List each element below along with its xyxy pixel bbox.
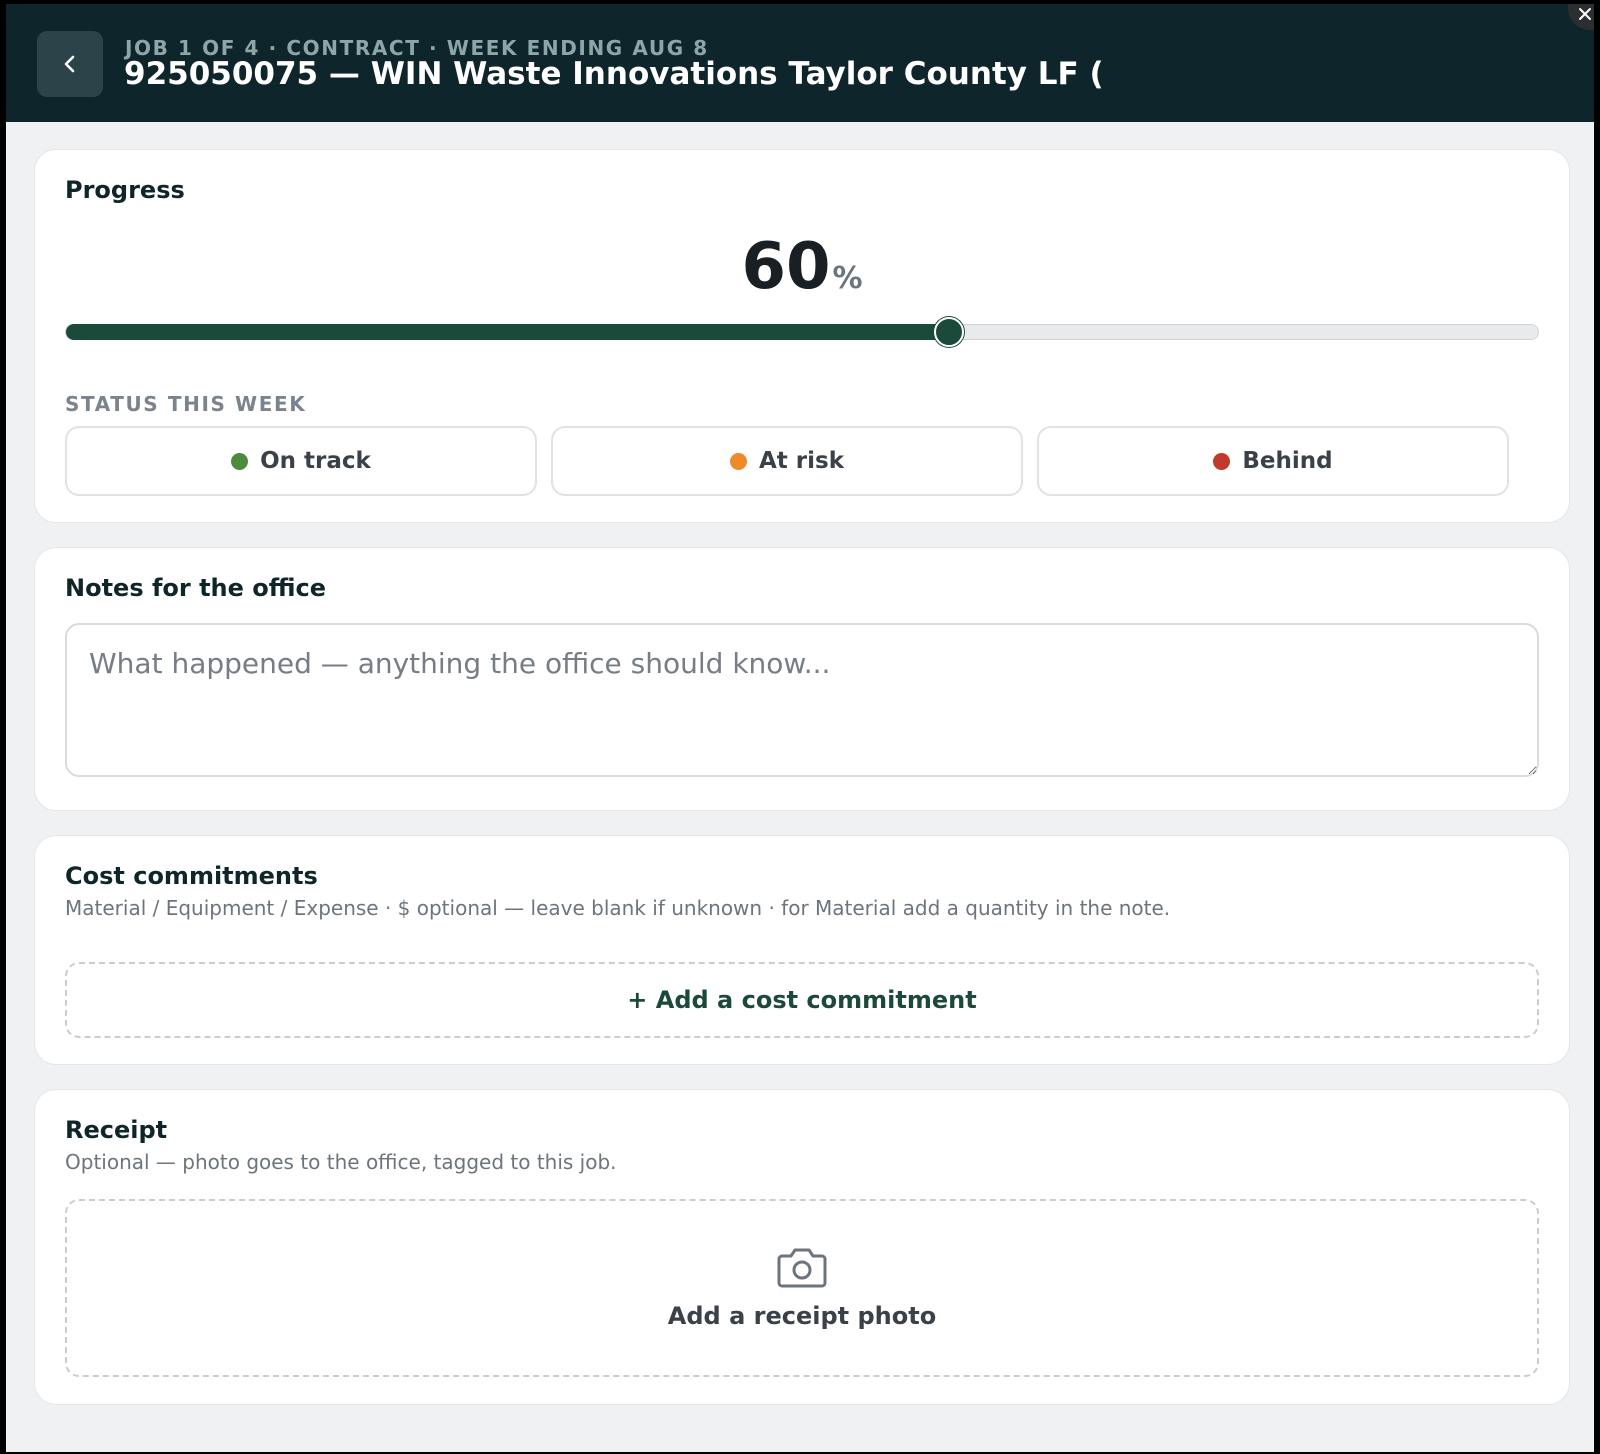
status-label-at-risk: At risk <box>758 448 844 474</box>
progress-value: 60 <box>741 230 831 304</box>
chevron-left-icon <box>64 55 75 73</box>
camera-icon <box>777 1248 827 1288</box>
status-label: STATUS THIS WEEK <box>65 392 307 416</box>
receipt-card: Receipt Optional — photo goes to the off… <box>34 1089 1570 1405</box>
add-cost-commitment-label: + Add a cost commitment <box>627 986 977 1014</box>
receipt-subtitle: Optional — photo goes to the office, tag… <box>65 1150 617 1174</box>
status-behind-button[interactable]: Behind <box>1037 426 1509 496</box>
cost-commitments-card: Cost commitments Material / Equipment / … <box>34 835 1570 1065</box>
status-dot-icon <box>231 452 249 470</box>
cost-title: Cost commitments <box>65 862 318 890</box>
back-button[interactable] <box>37 31 103 97</box>
job-update-modal: JOB 1 OF 4 · CONTRACT · WEEK ENDING AUG … <box>6 4 1594 1452</box>
status-label-behind: Behind <box>1242 448 1333 474</box>
notes-field[interactable] <box>65 623 1539 777</box>
progress-slider[interactable] <box>65 317 1539 347</box>
cost-subtitle: Material / Equipment / Expense · $ optio… <box>65 896 1171 920</box>
receipt-title: Receipt <box>65 1116 168 1144</box>
add-cost-commitment-button[interactable]: + Add a cost commitment <box>65 962 1539 1038</box>
add-receipt-photo-label: Add a receipt photo <box>667 1302 937 1330</box>
notes-title: Notes for the office <box>65 574 327 602</box>
status-label-on-track: On track <box>260 448 371 474</box>
progress-slider-thumb[interactable] <box>934 317 965 347</box>
close-button[interactable] <box>1568 4 1594 30</box>
modal-header: JOB 1 OF 4 · CONTRACT · WEEK ENDING AUG … <box>6 4 1594 122</box>
progress-readout: 60% <box>35 230 1569 304</box>
status-at-risk-button[interactable]: At risk <box>551 426 1023 496</box>
add-receipt-photo-button[interactable]: Add a receipt photo <box>65 1199 1539 1377</box>
status-on-track-button[interactable]: On track <box>65 426 537 496</box>
progress-slider-fill <box>66 324 950 340</box>
page-title: 925050075 — WIN Waste Innovations Taylor… <box>124 56 1104 92</box>
status-dot-icon <box>729 452 747 470</box>
status-dot-icon <box>1213 452 1231 470</box>
progress-unit: % <box>832 261 863 296</box>
notes-card: Notes for the office <box>34 547 1570 811</box>
progress-card: Progress 60% STATUS THIS WEEK On track A… <box>34 149 1570 523</box>
progress-title: Progress <box>65 176 185 204</box>
close-icon <box>1579 8 1591 20</box>
